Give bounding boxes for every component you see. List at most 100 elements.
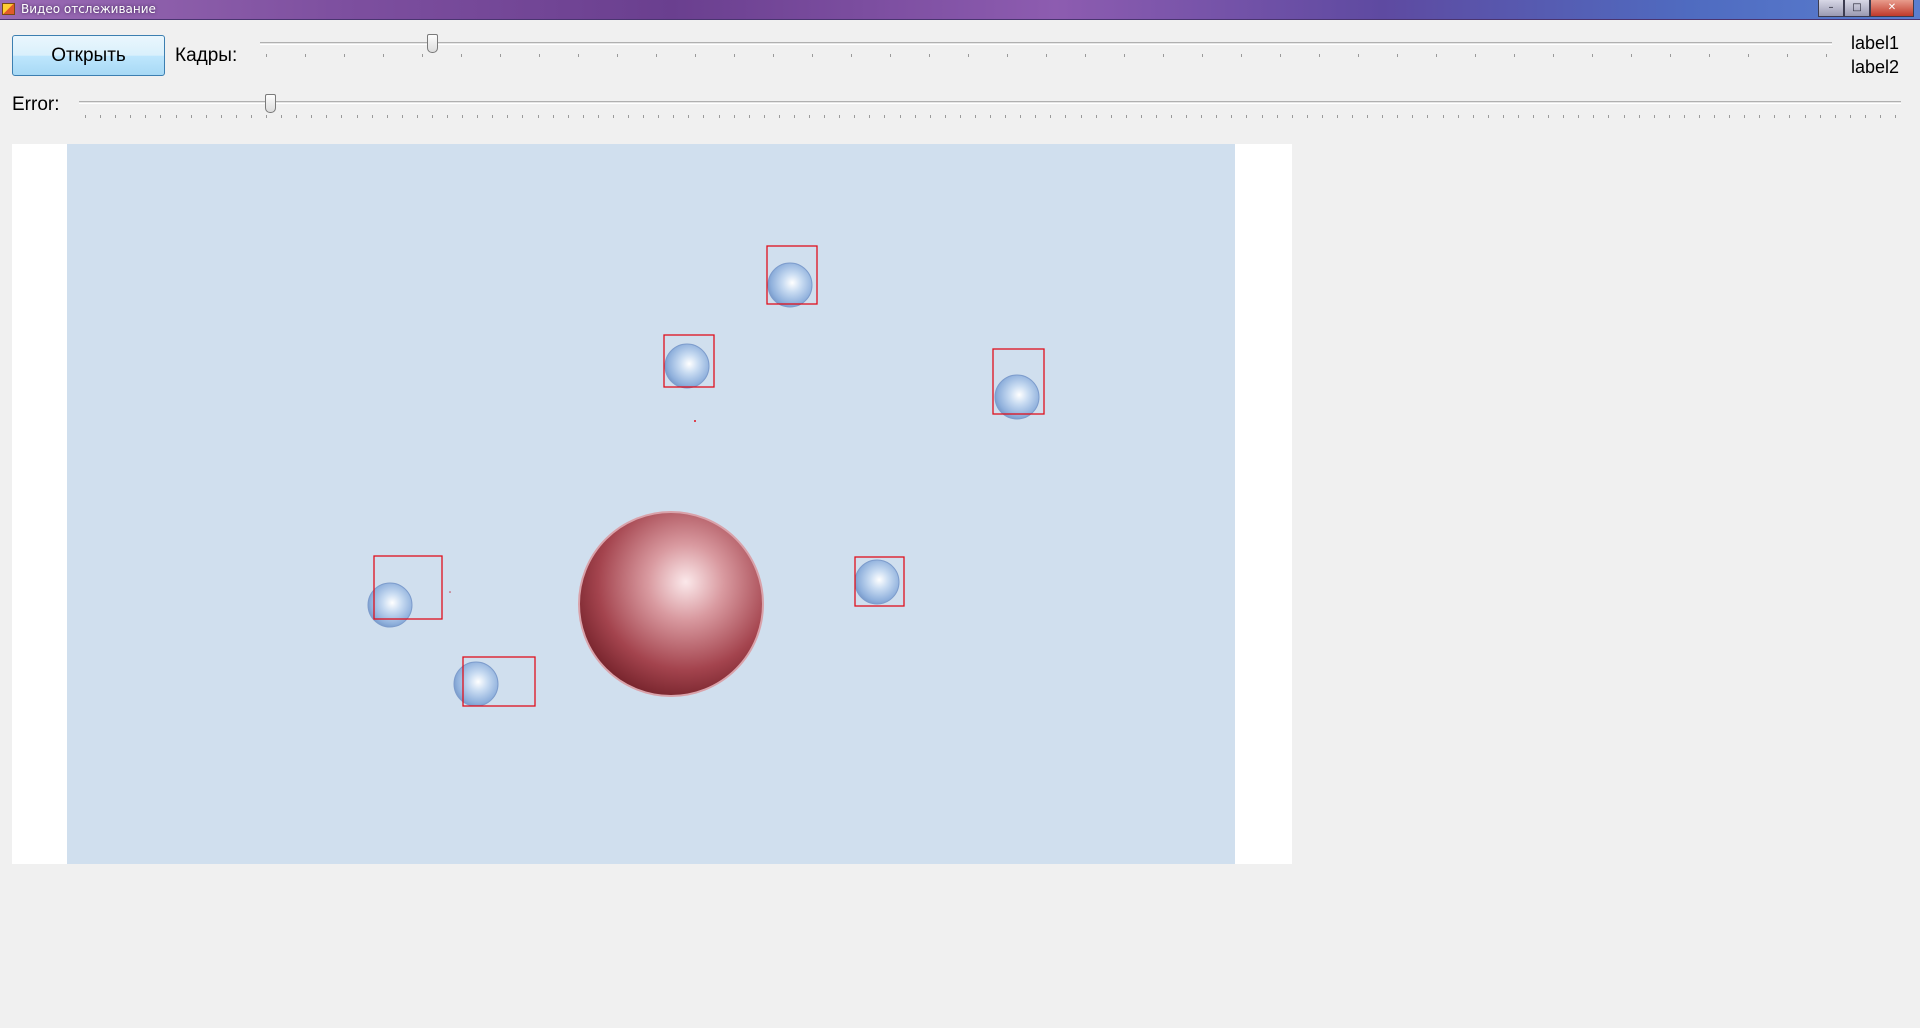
slider-tick bbox=[130, 115, 131, 118]
slider-tick bbox=[1427, 115, 1428, 118]
slider-tick bbox=[1397, 54, 1398, 57]
slider-tick bbox=[341, 115, 342, 118]
slider-tick bbox=[900, 115, 901, 118]
app-icon[interactable] bbox=[2, 3, 15, 15]
frames-label: Кадры: bbox=[175, 45, 238, 66]
slider-tick bbox=[1880, 115, 1881, 118]
slider-tick bbox=[477, 115, 478, 118]
slider-tick bbox=[960, 115, 961, 118]
slider-tick bbox=[794, 115, 795, 118]
slider-tick bbox=[1518, 115, 1519, 118]
slider-tick bbox=[1553, 54, 1554, 57]
small-ball bbox=[664, 343, 710, 389]
maximize-button[interactable]: □ bbox=[1844, 0, 1870, 17]
error-slider-thumb[interactable] bbox=[265, 94, 276, 113]
slider-tick bbox=[115, 115, 116, 118]
slider-tick bbox=[1322, 115, 1323, 118]
close-button[interactable]: ✕ bbox=[1870, 0, 1914, 17]
slider-tick bbox=[500, 54, 501, 57]
slider-tick bbox=[1358, 54, 1359, 57]
slider-tick bbox=[1081, 115, 1082, 118]
small-ball bbox=[767, 262, 813, 308]
slider-tick bbox=[1865, 115, 1866, 118]
slider-tick bbox=[929, 54, 930, 57]
slider-tick bbox=[764, 115, 765, 118]
slider-tick bbox=[851, 54, 852, 57]
slider-tick bbox=[372, 115, 373, 118]
large-ball bbox=[578, 511, 764, 697]
slider-tick bbox=[673, 115, 674, 118]
slider-tick bbox=[1608, 115, 1609, 118]
slider-tick bbox=[311, 115, 312, 118]
slider-tick bbox=[206, 115, 207, 118]
slider-tick bbox=[656, 54, 657, 57]
slider-tick bbox=[773, 54, 774, 57]
slider-tick bbox=[688, 115, 689, 118]
slider-tick bbox=[968, 54, 969, 57]
video-scene bbox=[367, 245, 1045, 707]
slider-tick bbox=[387, 115, 388, 118]
slider-tick bbox=[1805, 115, 1806, 118]
slider-tick bbox=[1709, 54, 1710, 57]
slider-tick bbox=[1744, 115, 1745, 118]
minimize-button[interactable]: – bbox=[1818, 0, 1844, 17]
noise-dot bbox=[694, 420, 696, 422]
slider-tick bbox=[568, 115, 569, 118]
slider-tick bbox=[1111, 115, 1112, 118]
slider-tick bbox=[1774, 115, 1775, 118]
slider-tick bbox=[1020, 115, 1021, 118]
slider-tick bbox=[305, 54, 306, 57]
slider-tick bbox=[1631, 54, 1632, 57]
slider-tick bbox=[990, 115, 991, 118]
slider-tick bbox=[1156, 115, 1157, 118]
slider-tick bbox=[643, 115, 644, 118]
slider-tick bbox=[779, 115, 780, 118]
window-controls: – □ ✕ bbox=[1818, 0, 1914, 18]
slider-tick bbox=[945, 115, 946, 118]
slider-tick bbox=[266, 54, 267, 57]
slider-tick bbox=[1382, 115, 1383, 118]
slider-tick bbox=[522, 115, 523, 118]
slider-tick bbox=[461, 54, 462, 57]
error-slider-track[interactable] bbox=[79, 101, 1901, 104]
slider-tick bbox=[1593, 115, 1594, 118]
slider-tick bbox=[296, 115, 297, 118]
slider-tick bbox=[1307, 115, 1308, 118]
slider-tick bbox=[160, 115, 161, 118]
slider-tick bbox=[383, 54, 384, 57]
slider-tick bbox=[1563, 115, 1564, 118]
slider-tick bbox=[1654, 115, 1655, 118]
error-slider[interactable] bbox=[79, 92, 1901, 122]
slider-tick bbox=[538, 115, 539, 118]
slider-tick bbox=[839, 115, 840, 118]
noise-dot bbox=[449, 591, 451, 593]
small-ball bbox=[994, 374, 1040, 420]
slider-tick bbox=[221, 115, 222, 118]
slider-tick bbox=[719, 115, 720, 118]
small-ball bbox=[854, 559, 900, 605]
frames-slider-track[interactable] bbox=[260, 42, 1832, 45]
slider-tick bbox=[1201, 115, 1202, 118]
frames-slider-thumb[interactable] bbox=[427, 34, 438, 53]
slider-tick bbox=[1124, 54, 1125, 57]
video-frame bbox=[67, 144, 1235, 864]
slider-tick bbox=[1759, 115, 1760, 118]
slider-tick bbox=[1241, 54, 1242, 57]
slider-tick bbox=[1319, 54, 1320, 57]
slider-tick bbox=[1231, 115, 1232, 118]
slider-tick bbox=[613, 115, 614, 118]
slider-tick bbox=[1578, 115, 1579, 118]
slider-tick bbox=[462, 115, 463, 118]
error-slider-ticks bbox=[79, 115, 1901, 119]
frames-slider[interactable] bbox=[260, 34, 1832, 64]
slider-tick bbox=[628, 115, 629, 118]
slider-tick bbox=[1085, 54, 1086, 57]
title-bar: Видео отслеживание – □ ✕ bbox=[0, 0, 1920, 20]
open-button[interactable]: Открыть bbox=[12, 35, 165, 76]
slider-tick bbox=[1670, 54, 1671, 57]
slider-tick bbox=[1533, 115, 1534, 118]
slider-tick bbox=[1820, 115, 1821, 118]
slider-tick bbox=[1436, 54, 1437, 57]
slider-tick bbox=[915, 115, 916, 118]
slider-tick bbox=[553, 115, 554, 118]
